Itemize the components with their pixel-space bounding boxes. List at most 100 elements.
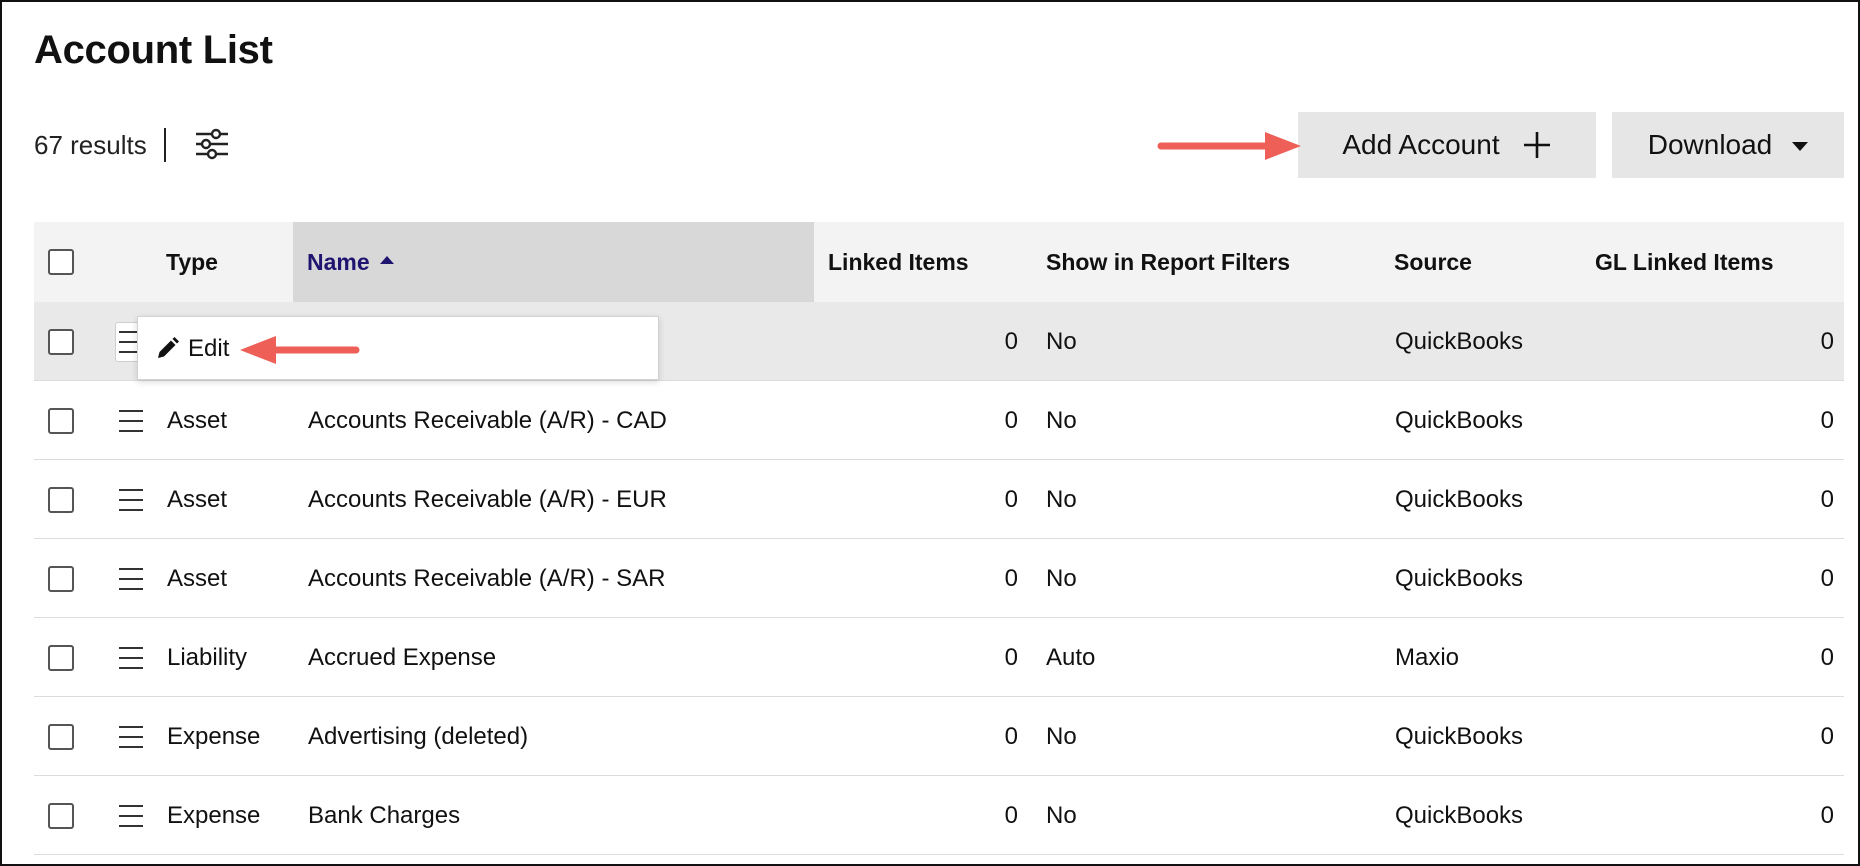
cell-show-in-report-filters: No	[1046, 327, 1077, 355]
results-count: 67 results	[34, 130, 147, 160]
select-all-cell	[48, 222, 88, 302]
edit-label: Edit	[188, 335, 230, 362]
cell-show-in-report-filters: No	[1046, 722, 1077, 750]
cell-name[interactable]: Accounts Receivable (A/R) - SAR	[308, 539, 808, 618]
cell-source: QuickBooks	[1395, 564, 1524, 592]
cell-source: Maxio	[1395, 643, 1460, 671]
table-row[interactable]: Asset Accounts Receivable (A/R) - SAR 0 …	[34, 539, 1844, 618]
cell-type: Expense	[167, 722, 261, 750]
cell-type: Liability	[167, 643, 248, 671]
column-header-linked-items[interactable]: Linked Items	[828, 222, 1028, 302]
chevron-down-icon	[1792, 142, 1809, 151]
row-select-cell	[48, 460, 88, 539]
row-checkbox[interactable]	[48, 486, 74, 513]
cell-source: QuickBooks	[1395, 327, 1524, 355]
results-divider	[164, 128, 166, 162]
row-select-cell	[48, 697, 88, 776]
cell-type: Asset	[167, 406, 228, 434]
row-menu-cell	[106, 381, 156, 460]
cell-source: QuickBooks	[1395, 485, 1524, 513]
cell-gl-linked-items: 0	[1820, 643, 1834, 671]
cell-linked-items: 0	[1004, 801, 1018, 829]
row-select-cell	[48, 776, 88, 855]
cell-name[interactable]: Advertising (deleted)	[308, 697, 808, 776]
column-header-name[interactable]: Name	[293, 222, 814, 302]
row-menu-cell	[106, 618, 156, 697]
cell-source: QuickBooks	[1395, 722, 1524, 750]
cell-gl-linked-items: 0	[1820, 564, 1834, 592]
sliders-icon	[196, 128, 228, 160]
column-header-type[interactable]: Type	[166, 222, 286, 302]
add-account-button[interactable]: Add Account	[1298, 112, 1596, 178]
cell-linked-items: 0	[1004, 327, 1018, 355]
hamburger-icon[interactable]	[119, 804, 143, 827]
filter-button[interactable]	[192, 124, 232, 164]
row-checkbox[interactable]	[48, 407, 74, 434]
hamburger-icon[interactable]	[119, 409, 143, 432]
table-row[interactable]: Liability Accrued Expense 0 Auto Maxio 0	[34, 618, 1844, 697]
download-button[interactable]: Download	[1612, 112, 1844, 178]
table-row[interactable]: Expense Advertising (deleted) 0 No Quick…	[34, 697, 1844, 776]
cell-linked-items: 0	[1004, 485, 1018, 513]
download-label: Download	[1647, 129, 1773, 160]
column-header-name-label: Name	[307, 248, 370, 275]
cell-name[interactable]: Accounts Receivable (A/R) - CAD	[308, 381, 808, 460]
cell-show-in-report-filters: No	[1046, 801, 1077, 829]
row-menu-cell	[106, 539, 156, 618]
hamburger-icon[interactable]	[119, 725, 143, 748]
cell-show-in-report-filters: No	[1046, 564, 1077, 592]
hamburger-icon[interactable]	[119, 488, 143, 511]
row-select-cell	[48, 381, 88, 460]
cell-type: Asset	[167, 485, 228, 513]
annotation-arrow-edit	[240, 336, 360, 364]
row-menu-cell	[106, 776, 156, 855]
table-row[interactable]: Asset Accounts Receivable (A/R) - CAD 0 …	[34, 381, 1844, 460]
cell-type: Asset	[167, 564, 228, 592]
column-header-source[interactable]: Source	[1394, 222, 1574, 302]
cell-gl-linked-items: 0	[1820, 722, 1834, 750]
cell-show-in-report-filters: No	[1046, 406, 1077, 434]
cell-name[interactable]: Accrued Expense	[308, 618, 808, 697]
cell-linked-items: 0	[1004, 564, 1018, 592]
annotation-arrow-add-account	[1157, 132, 1301, 160]
table-row[interactable]: Expense Bank Charges 0 No QuickBooks 0	[34, 776, 1844, 855]
row-checkbox[interactable]	[48, 565, 74, 592]
cell-name[interactable]: Accounts Receivable (A/R) - EUR	[308, 460, 808, 539]
hamburger-icon[interactable]	[119, 567, 143, 590]
cell-gl-linked-items: 0	[1820, 327, 1834, 355]
page-title: Account List	[34, 28, 273, 72]
table-row[interactable]: Asset Accounts Receivable (A/R) - EUR 0 …	[34, 460, 1844, 539]
row-select-cell	[48, 539, 88, 618]
row-checkbox[interactable]	[48, 723, 74, 750]
row-checkbox[interactable]	[48, 802, 74, 829]
cell-source: QuickBooks	[1395, 801, 1524, 829]
cell-show-in-report-filters: Auto	[1046, 643, 1096, 671]
toolbar: 67 results Add Account Download	[34, 110, 1844, 180]
cell-show-in-report-filters: No	[1046, 485, 1077, 513]
row-checkbox[interactable]	[48, 328, 74, 355]
row-actions-popup: Edit	[137, 316, 659, 380]
cell-linked-items: 0	[1004, 722, 1018, 750]
column-header-gl-linked-items[interactable]: GL Linked Items	[1595, 222, 1815, 302]
plus-icon	[1523, 132, 1550, 158]
row-select-cell	[48, 302, 88, 381]
cell-gl-linked-items: 0	[1820, 406, 1834, 434]
row-checkbox[interactable]	[48, 644, 74, 671]
cell-name[interactable]: Bank Charges	[308, 776, 808, 855]
hamburger-icon[interactable]	[119, 646, 143, 669]
row-menu-cell	[106, 460, 156, 539]
cell-linked-items: 0	[1004, 643, 1018, 671]
row-menu-cell	[106, 697, 156, 776]
table-body: 0 No QuickBooks 0 Asset Accounts Receiva…	[34, 302, 1844, 855]
cell-gl-linked-items: 0	[1820, 801, 1834, 829]
column-header-show-in-report-filters[interactable]: Show in Report Filters	[1046, 222, 1366, 302]
select-all-checkbox[interactable]	[48, 249, 74, 275]
sort-ascending-icon	[379, 256, 394, 264]
cell-type: Expense	[167, 801, 261, 829]
add-account-label: Add Account	[1342, 129, 1500, 160]
pencil-icon	[158, 337, 179, 358]
cell-source: QuickBooks	[1395, 406, 1524, 434]
edit-menu-item[interactable]: Edit	[154, 331, 229, 367]
row-select-cell	[48, 618, 88, 697]
cell-gl-linked-items: 0	[1820, 485, 1834, 513]
